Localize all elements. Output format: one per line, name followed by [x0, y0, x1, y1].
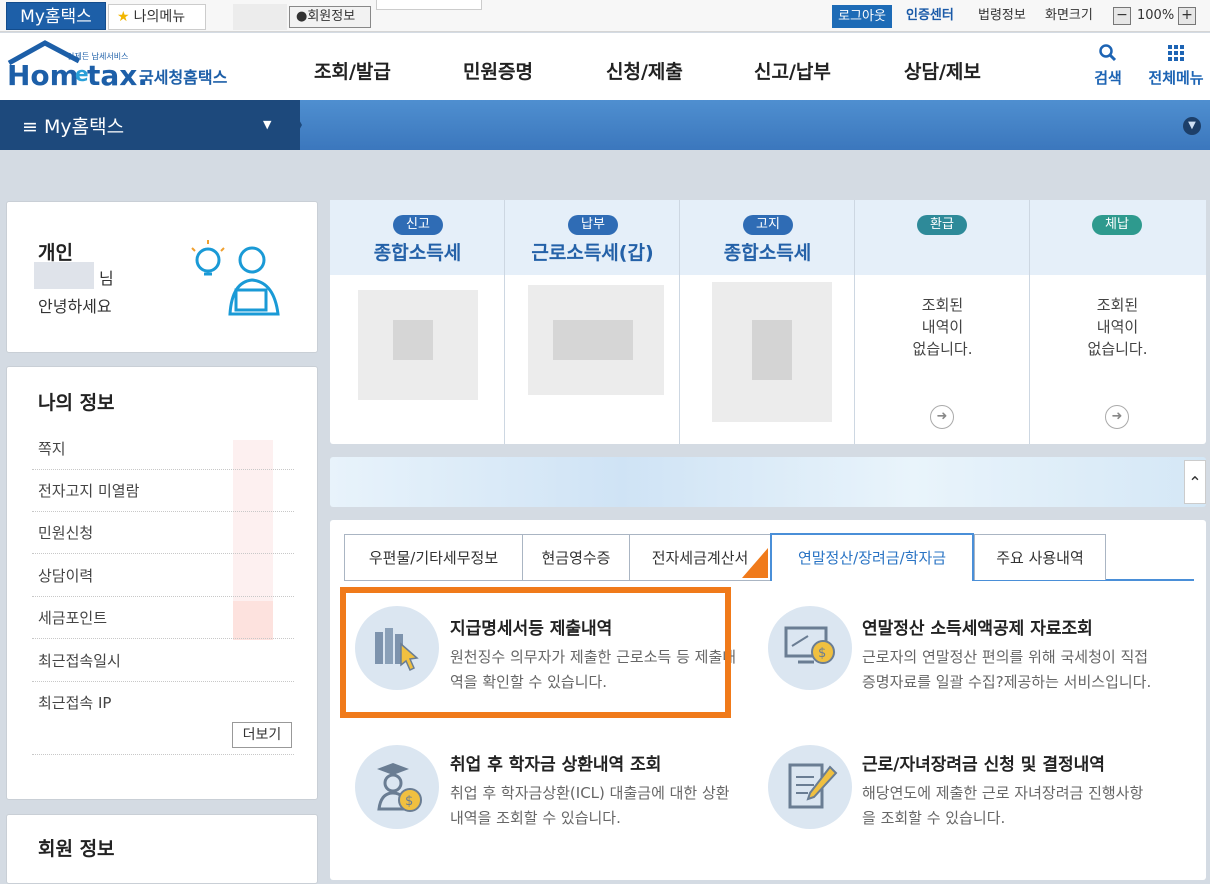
user-type: 개인 [38, 242, 73, 264]
hamburger-icon: ≡ [22, 116, 44, 138]
info-item-civil-request[interactable]: 민원신청 [32, 512, 294, 554]
my-hometax-tab[interactable]: My홈택스 [6, 2, 106, 30]
nav-title-arrow [288, 100, 302, 150]
arrow-right-icon[interactable]: ➜ [1105, 405, 1129, 429]
user-icon: ● [296, 9, 308, 24]
my-menu-label: 나의메뉴 [133, 9, 186, 25]
graduate-coin-icon[interactable]: $ [355, 745, 439, 829]
search-icon [1099, 44, 1117, 62]
name-suffix: 님 [99, 269, 114, 288]
banner-image[interactable] [330, 457, 1206, 507]
badge-notice: 고지 [743, 215, 793, 235]
header-search-button[interactable]: 검색 [1088, 43, 1128, 88]
user-laptop-icon [186, 238, 286, 322]
service-desc-student-loan: 취업 후 학자금상환(ICL) 대출금에 대한 상환내역을 조회할 수 있습니다… [450, 784, 730, 827]
arrow-right-icon[interactable]: ➜ [930, 405, 954, 429]
info-item-tax-point[interactable]: 세금포인트 [32, 597, 294, 639]
member-info-tab[interactable]: ●회원정보 [289, 6, 371, 28]
info-item-last-ip: 최근접속 IP [38, 694, 112, 712]
cert-center-link[interactable]: 인증센터 [906, 6, 954, 26]
caret-down-icon[interactable]: ▼ [263, 118, 271, 131]
member-info-label: 회원정보 [307, 9, 356, 24]
service-title-student-loan[interactable]: 취업 후 학자금 상환내역 조회 [450, 750, 661, 775]
header-all-menu-button[interactable]: 전체메뉴 [1143, 43, 1209, 88]
blank-tab[interactable] [233, 4, 287, 30]
all-menu-label: 전체메뉴 [1148, 69, 1204, 87]
tab-main-usage[interactable]: 주요 사용내역 [974, 534, 1106, 580]
zoom-in-button[interactable]: + [1178, 7, 1196, 25]
svg-text:Hom: Hom [7, 59, 79, 92]
blurred-content [553, 320, 633, 360]
law-info-link[interactable]: 법령정보 [978, 6, 1026, 26]
service-title-deduction-lookup[interactable]: 연말정산 소득세액공제 자료조회 [862, 614, 1093, 639]
card-header-bg [855, 200, 1030, 275]
document-pen-icon[interactable] [768, 745, 852, 829]
badge-refund: 환급 [917, 215, 967, 235]
my-menu-tab[interactable]: ★ 나의메뉴 [108, 4, 206, 30]
tab-mail[interactable]: 우편물/기타세무정보 [344, 534, 523, 580]
tab-year-end[interactable]: 연말정산/장려금/학자금 [770, 533, 974, 581]
card-title-income-tax-notice[interactable]: 종합소득세 [680, 238, 855, 265]
logout-button[interactable]: 로그아웃 [832, 5, 892, 28]
blurred-content [752, 320, 792, 380]
svg-text:$: $ [818, 646, 826, 661]
service-desc-deduction-lookup: 근로자의 연말정산 편의를 위해 국세청이 직접 증명자료를 일괄 수집?제공하… [862, 648, 1152, 691]
arrears-empty-text: 조회된 내역이 없습니다. [1087, 296, 1148, 358]
screen-size-label: 화면크기 [1045, 8, 1093, 23]
hometax-logo[interactable]: 언제든 납세서비스 Hom e tax. 국세청홈택스 [5, 39, 240, 95]
gnb-apply[interactable]: 신청/제출 [606, 57, 683, 84]
card-divider [504, 200, 505, 444]
badge-arrears: 체납 [1092, 215, 1142, 235]
gnb-report-pay[interactable]: 신고/납부 [754, 57, 831, 84]
grid-icon [1168, 45, 1184, 61]
svg-text:$: $ [405, 794, 413, 809]
my-info-title: 나의 정보 [38, 392, 115, 414]
highlight-box [340, 587, 731, 718]
nav-title[interactable]: ≡ My홈택스 [22, 112, 124, 139]
card-title-income-tax[interactable]: 종합소득세 [330, 238, 505, 265]
tab-cash-receipt[interactable]: 현금영수증 [522, 534, 630, 580]
refund-empty-text: 조회된 내역이 없습니다. [912, 296, 973, 358]
highlight-arrow-marker [742, 548, 768, 578]
greeting-text: 안녕하세요 [38, 297, 112, 316]
monitor-coin-icon[interactable]: $ [768, 606, 852, 690]
svg-text:국세청홈택스: 국세청홈택스 [139, 68, 228, 87]
more-button[interactable]: 더보기 [232, 722, 292, 748]
zoom-out-button[interactable]: − [1113, 7, 1131, 25]
info-item-unread-notice[interactable]: 전자고지 미열람 [32, 470, 294, 512]
info-item-last-login: 최근접속일시 [32, 640, 294, 682]
gnb-counsel[interactable]: 상담/제보 [904, 57, 981, 84]
masked-user-name [34, 262, 94, 289]
info-divider [32, 754, 294, 755]
chevron-down-icon[interactable]: ▼ [1183, 117, 1201, 135]
card-divider [679, 200, 680, 444]
blank-tab-2[interactable] [376, 0, 482, 10]
service-title-incentive[interactable]: 근로/자녀장려금 신청 및 결정내역 [862, 750, 1105, 775]
badge-report: 신고 [393, 215, 443, 235]
star-icon: ★ [117, 9, 130, 25]
info-item-message[interactable]: 쪽지 [32, 428, 294, 470]
gnb-inquiry[interactable]: 조회/발급 [314, 57, 391, 84]
member-info-title: 회원 정보 [38, 838, 115, 860]
chevron-up-icon[interactable]: ⌃ [1184, 460, 1206, 504]
blurred-content [393, 320, 433, 360]
search-label: 검색 [1094, 69, 1122, 87]
badge-payment: 납부 [568, 215, 618, 235]
nav-title-label: My홈택스 [43, 116, 125, 138]
gnb-certificate[interactable]: 민원증명 [463, 57, 533, 84]
info-item-counsel-history[interactable]: 상담이력 [32, 555, 294, 597]
zoom-level: 100% [1137, 8, 1175, 23]
card-header-bg [1030, 200, 1206, 275]
card-title-wage-tax[interactable]: 근로소득세(갑) [505, 238, 680, 265]
service-desc-incentive: 해당연도에 제출한 근로 자녀장려금 진행사항을 조회할 수 있습니다. [862, 784, 1144, 827]
